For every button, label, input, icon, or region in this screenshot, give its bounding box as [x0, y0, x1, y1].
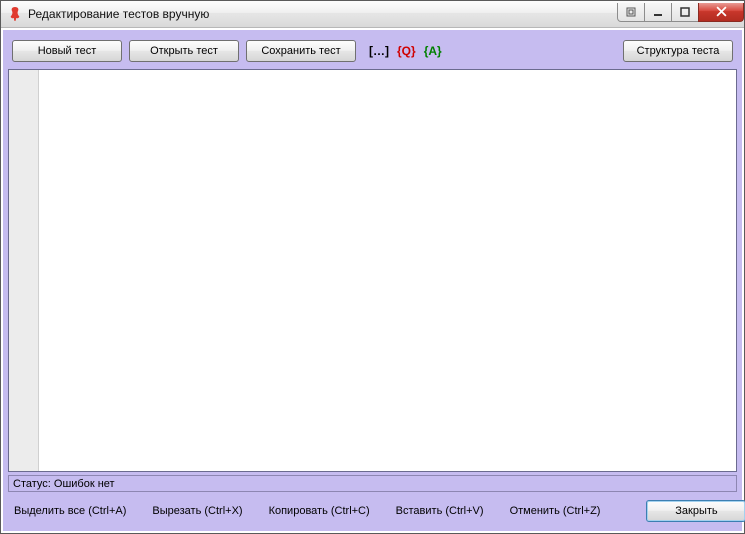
window-title: Редактирование тестов вручную	[28, 7, 209, 21]
copy-button[interactable]: Копировать (Ctrl+C)	[267, 502, 372, 520]
cut-button[interactable]: Вырезать (Ctrl+X)	[150, 502, 244, 520]
app-icon	[7, 6, 23, 22]
client-area: Новый тест Открыть тест Сохранить тест […	[2, 29, 743, 532]
window-frame: Редактирование тестов вручную Новый тест…	[0, 0, 745, 534]
maximize-button[interactable]	[671, 3, 699, 22]
toolbar: Новый тест Открыть тест Сохранить тест […	[8, 35, 737, 69]
titlebar-extra-button[interactable]	[617, 3, 645, 22]
insert-ellipsis-token[interactable]: […]	[369, 44, 389, 58]
save-test-button[interactable]: Сохранить тест	[246, 40, 356, 62]
paste-button[interactable]: Вставить (Ctrl+V)	[394, 502, 486, 520]
insert-a-token[interactable]: {A}	[424, 44, 442, 58]
bottom-toolbar: Выделить все (Ctrl+A) Вырезать (Ctrl+X) …	[8, 492, 737, 526]
undo-button[interactable]: Отменить (Ctrl+Z)	[508, 502, 603, 520]
editor-gutter	[9, 70, 39, 471]
close-dialog-button[interactable]: Закрыть	[646, 500, 745, 522]
titlebar[interactable]: Редактирование тестов вручную	[1, 1, 744, 28]
titlebar-buttons	[618, 3, 744, 22]
new-test-button[interactable]: Новый тест	[12, 40, 122, 62]
minimize-button[interactable]	[644, 3, 672, 22]
insert-token-group: […] {Q} {A}	[369, 44, 442, 58]
editor-panel	[8, 69, 737, 472]
insert-q-token[interactable]: {Q}	[397, 44, 416, 58]
open-test-button[interactable]: Открыть тест	[129, 40, 239, 62]
status-bar: Статус: Ошибок нет	[8, 475, 737, 492]
editor-textarea[interactable]	[39, 70, 736, 471]
select-all-button[interactable]: Выделить все (Ctrl+A)	[12, 502, 128, 520]
close-button[interactable]	[698, 3, 744, 22]
test-structure-button[interactable]: Структура теста	[623, 40, 733, 62]
status-text: Статус: Ошибок нет	[13, 478, 115, 490]
